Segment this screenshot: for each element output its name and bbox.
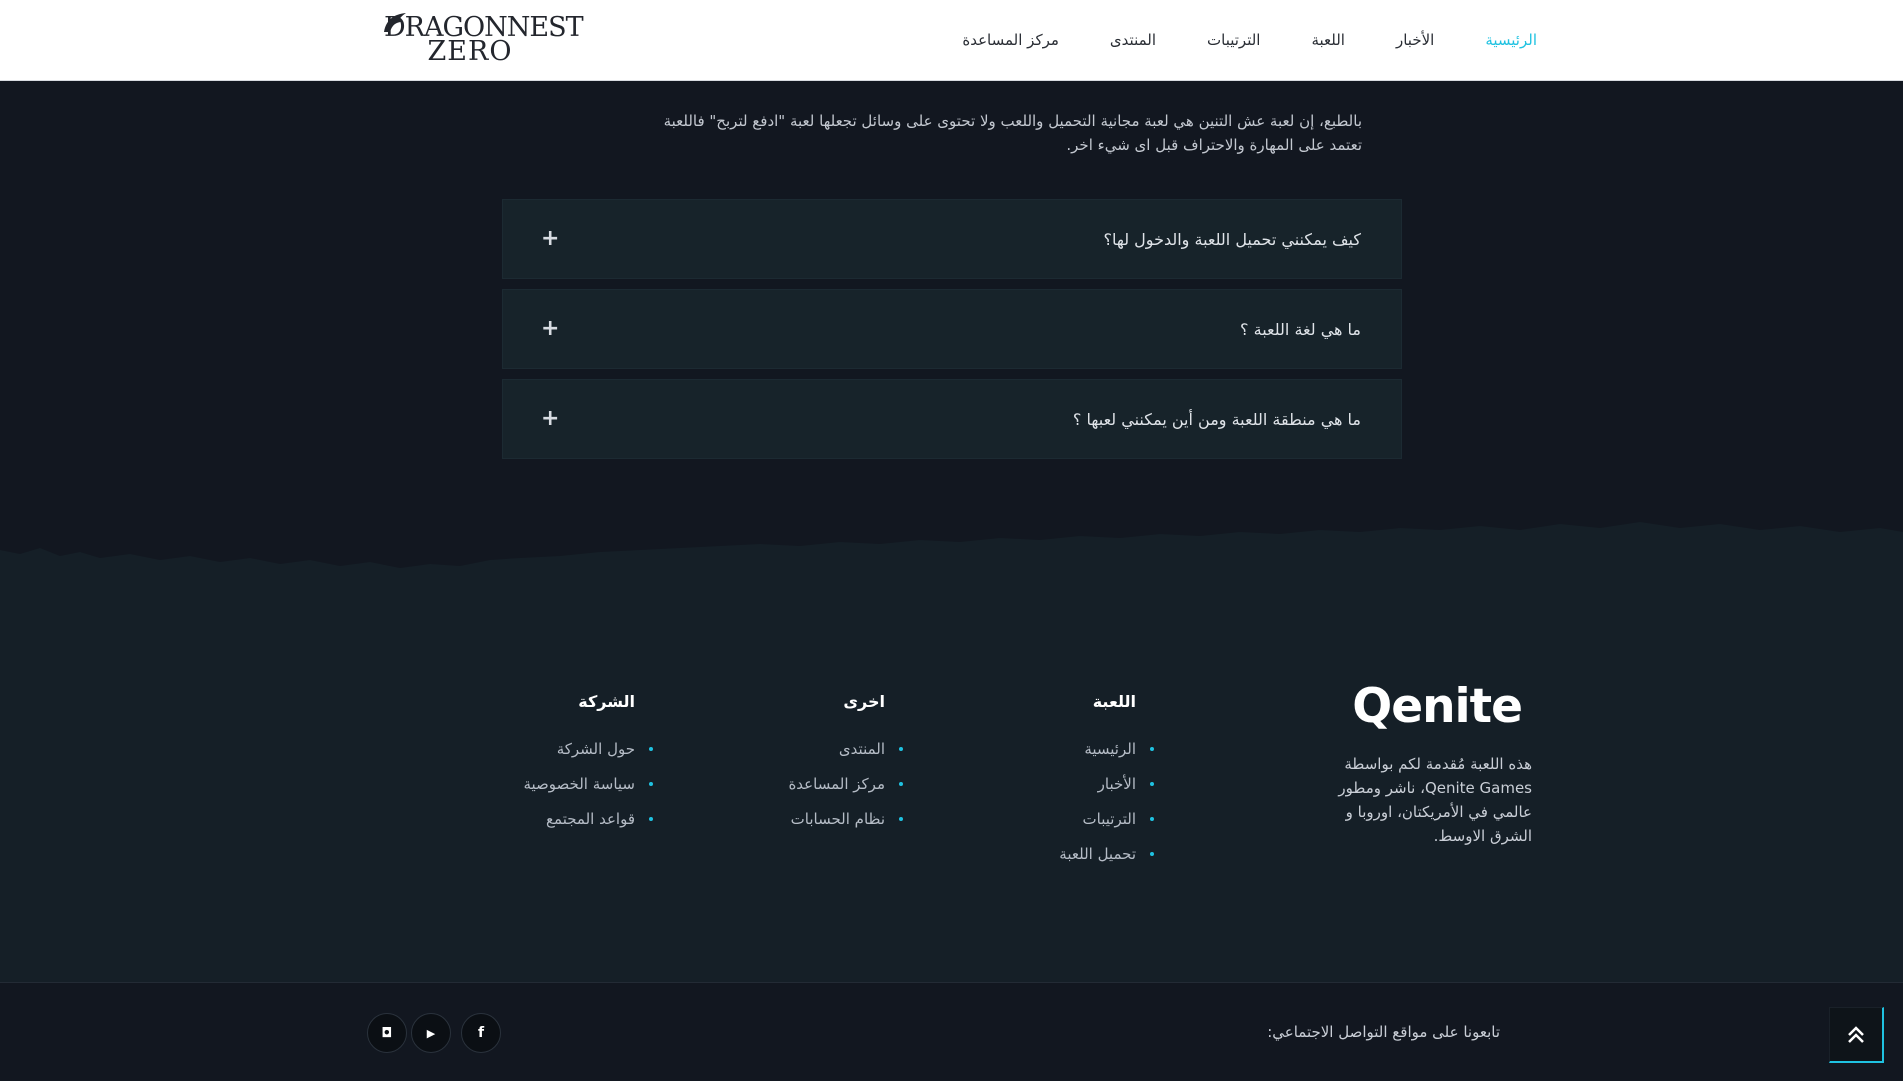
footer-column-game: اللعبة الرئيسية الأخبار الترتيبات تحميل …	[1059, 692, 1154, 879]
plus-icon[interactable]: +	[541, 200, 559, 280]
scroll-to-top-button[interactable]	[1829, 1007, 1884, 1063]
footer-column-title: الشركة	[578, 692, 635, 711]
footer-link[interactable]: نظام الحسابات	[788, 809, 903, 844]
nav-news[interactable]: الأخبار	[1396, 31, 1434, 49]
footer-brand: Qenite هذه اللعبة مُقدمة لكم بواسطة Qeni…	[1322, 683, 1532, 848]
footer-link[interactable]: قواعد المجتمع	[523, 809, 653, 844]
qenite-logo[interactable]: Qenite	[1322, 683, 1523, 730]
faq-item[interactable]: ما هي لغة اللعبة ؟ +	[502, 289, 1402, 369]
footer-link[interactable]: الأخبار	[1059, 774, 1154, 809]
faq-item[interactable]: ما هي منطقة اللعبة ومن أين يمكنني لعبها …	[502, 379, 1402, 459]
main-nav: الرئيسية الأخبار اللعبة الترتيبات المنتد…	[911, 0, 1537, 80]
footer-column-company: الشركة حول الشركة سياسة الخصوصية قواعد ا…	[523, 692, 653, 844]
footer-link[interactable]: الرئيسية	[1059, 739, 1154, 774]
footer-column-other: اخرى المنتدى مركز المساعدة نظام الحسابات	[788, 692, 903, 844]
footer-link[interactable]: حول الشركة	[523, 739, 653, 774]
nav-rankings[interactable]: الترتيبات	[1207, 31, 1260, 49]
dragon-icon	[384, 13, 406, 32]
faq-question: كيف يمكنني تحميل اللعبة والدخول لها؟	[1103, 230, 1361, 249]
faq-answer-line-2: تعتمد على المهارة والاحتراف قبل اى شيء ا…	[1066, 136, 1362, 154]
youtube-icon[interactable]: ▶	[411, 1013, 451, 1053]
footer-column-title: اللعبة	[1092, 692, 1136, 711]
double-chevron-up-icon	[1848, 1025, 1864, 1043]
footer-column-title: اخرى	[843, 692, 885, 711]
faq-answer-line-1: بالطبع، إن لعبة عش التنين هي لعبة مجانية…	[663, 112, 1362, 130]
torn-edge-divider	[0, 522, 1903, 610]
site-footer: Qenite هذه اللعبة مُقدمة لكم بواسطة Qeni…	[0, 580, 1903, 982]
site-header: DRAGONNEST ZERO الرئيسية الأخبار اللعبة …	[0, 0, 1903, 81]
nav-forum[interactable]: المنتدى	[1110, 31, 1156, 49]
footer-link[interactable]: تحميل اللعبة	[1059, 844, 1154, 879]
nav-help-center[interactable]: مركز المساعدة	[962, 31, 1059, 49]
footer-link[interactable]: سياسة الخصوصية	[523, 774, 653, 809]
footer-link[interactable]: مركز المساعدة	[788, 774, 903, 809]
follow-us-text: تابعونا على مواقع التواصل الاجتماعي:	[1267, 1023, 1500, 1041]
footer-brand-description: هذه اللعبة مُقدمة لكم بواسطة Qenite Game…	[1338, 755, 1532, 845]
faq-question: ما هي منطقة اللعبة ومن أين يمكنني لعبها …	[1072, 410, 1361, 429]
faq-item[interactable]: كيف يمكنني تحميل اللعبة والدخول لها؟ +	[502, 199, 1402, 279]
facebook-icon[interactable]: f	[461, 1013, 501, 1053]
faq-answer: بالطبع، إن لعبة عش التنين هي لعبة مجانية…	[570, 109, 1362, 157]
footer-bottom-bar: تابعونا على مواقع التواصل الاجتماعي: f ▶…	[0, 982, 1903, 1080]
nav-game[interactable]: اللعبة	[1311, 31, 1345, 49]
nav-home[interactable]: الرئيسية	[1485, 31, 1537, 49]
footer-link[interactable]: الترتيبات	[1059, 809, 1154, 844]
plus-icon[interactable]: +	[541, 290, 559, 370]
dragon-nest-zero-logo[interactable]: DRAGONNEST ZERO	[384, 13, 584, 66]
footer-link[interactable]: المنتدى	[788, 739, 903, 774]
faq-question: ما هي لغة اللعبة ؟	[1240, 320, 1361, 339]
plus-icon[interactable]: +	[541, 380, 559, 460]
discord-icon[interactable]: ◘	[367, 1013, 407, 1053]
